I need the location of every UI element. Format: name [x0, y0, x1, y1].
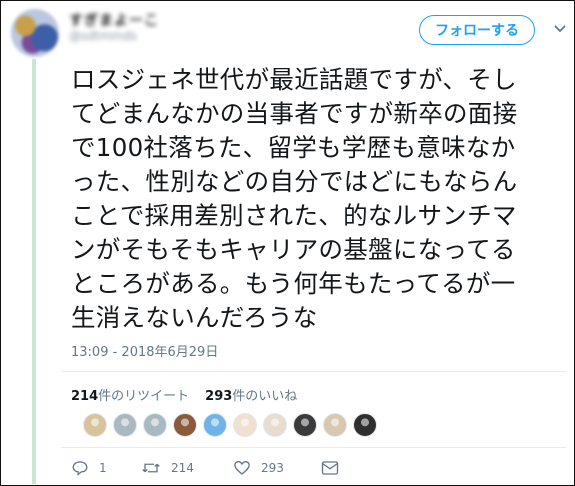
liker-avatar[interactable] [263, 413, 287, 437]
like-count: 293 [261, 461, 284, 475]
like-action[interactable]: 293 [233, 459, 321, 477]
divider [61, 371, 566, 372]
liker-avatar[interactable] [173, 413, 197, 437]
tweet-text: ロスジェネ世代が最近話題ですが、そし てどまんなかの当事者ですが新卒の面接 で1… [71, 65, 518, 332]
retweet-action[interactable]: 214 [141, 459, 233, 477]
display-name[interactable]: すぎまよーこ [69, 10, 159, 30]
heart-icon [234, 461, 250, 475]
thread-line [32, 59, 36, 484]
liker-avatars [83, 413, 377, 437]
like-stat-label: 件のいいね [232, 389, 298, 404]
tweet-actions: 1 214 293 [71, 459, 339, 477]
liker-avatar[interactable] [353, 413, 377, 437]
retweet-icon [142, 463, 160, 473]
liker-avatar[interactable] [233, 413, 257, 437]
divider [61, 447, 566, 448]
user-handle[interactable]: @sdtmmds [69, 29, 137, 43]
like-stat-count: 293 [205, 389, 233, 404]
liker-avatar[interactable] [113, 413, 137, 437]
liker-avatar[interactable] [323, 413, 347, 437]
avatar[interactable] [11, 9, 59, 57]
envelope-icon [321, 461, 339, 475]
follow-button[interactable]: フォローする [419, 15, 535, 45]
liker-avatar[interactable] [83, 413, 107, 437]
reply-count: 1 [99, 461, 107, 475]
tweet-timestamp[interactable]: 13:09 - 2018年6月29日 [71, 341, 218, 360]
liker-avatar[interactable] [143, 413, 167, 437]
tweet-stats: 214件のリツイート 293件のいいね [71, 385, 297, 404]
message-action[interactable] [321, 460, 339, 476]
retweet-stat-label: 件のリツイート [98, 389, 190, 404]
retweet-count: 214 [171, 461, 194, 475]
reply-icon [72, 461, 88, 476]
retweet-stat[interactable]: 214件のリツイート [71, 385, 189, 404]
like-stat[interactable]: 293件のいいね [205, 385, 297, 404]
tweet-card: すぎまよーこ @sdtmmds フォローする ロスジェネ世代が最近話題ですが、そ… [0, 0, 575, 486]
liker-avatar[interactable] [203, 413, 227, 437]
retweet-stat-count: 214 [71, 389, 99, 404]
reply-action[interactable]: 1 [71, 459, 141, 477]
liker-avatar[interactable] [293, 413, 317, 437]
chevron-down-icon[interactable] [552, 21, 568, 37]
